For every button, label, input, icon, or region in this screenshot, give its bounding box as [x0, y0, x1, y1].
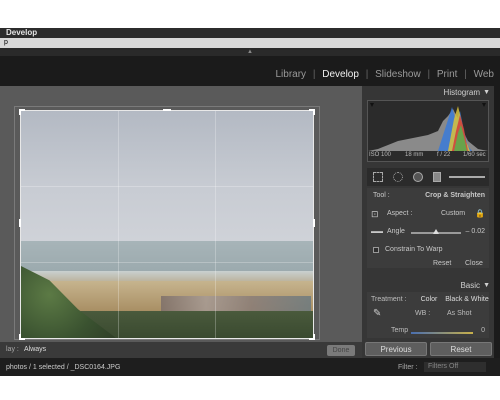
constrain-checkbox[interactable] — [373, 247, 379, 253]
graduated-filter-icon[interactable] — [433, 172, 441, 182]
treatment-label: Treatment : — [371, 296, 407, 303]
menu-bar[interactable]: p — [0, 38, 500, 48]
reset-button[interactable]: Reset — [430, 342, 492, 356]
temp-slider[interactable] — [411, 332, 473, 334]
eyedropper-icon[interactable]: ✎ — [373, 308, 381, 319]
module-library[interactable]: Library — [275, 69, 306, 80]
crop-handle-bottom-left[interactable] — [19, 334, 25, 340]
collapse-triangle-icon[interactable]: ▼ — [483, 87, 490, 99]
filter-label: Filter : — [398, 364, 418, 371]
module-print[interactable]: Print — [437, 69, 458, 80]
angle-row: ▬▬ Angle – 0.02 — [367, 226, 489, 238]
histogram-luminance — [368, 109, 488, 151]
aspect-row: ⊡ Aspect : Custom 🔒 — [367, 208, 489, 220]
crop-close-button[interactable]: Close — [465, 258, 483, 270]
treatment-color[interactable]: Color — [417, 295, 441, 305]
iso-value: ISO 100 — [369, 152, 392, 158]
shadow-clip-icon[interactable] — [370, 103, 374, 107]
histogram-title: Histogram — [443, 88, 480, 97]
crop-handle-bottom-right[interactable] — [309, 334, 315, 340]
crop-handle-right[interactable] — [309, 219, 315, 227]
treatment-bw[interactable]: Black & White — [445, 295, 489, 305]
aspect-label: Aspect : — [387, 210, 413, 217]
basic-title: Basic — [460, 281, 480, 290]
crop-actions: Reset Close — [367, 258, 489, 270]
crop-handle-top-left[interactable] — [19, 109, 25, 115]
module-slideshow[interactable]: Slideshow — [375, 69, 421, 80]
filter-select[interactable]: Filters Off — [424, 362, 486, 372]
tool-label: Tool : — [373, 192, 390, 199]
overlay-select[interactable]: Always — [24, 346, 46, 353]
tool-strip — [367, 168, 489, 186]
window-title: Develop — [0, 28, 500, 38]
temp-label: Temp — [391, 327, 409, 334]
source-path[interactable]: photos / 1 selected / _DSC0164.JPG — [6, 364, 120, 371]
tool-name: Crop & Straighten — [425, 192, 485, 199]
module-picker: Library | Develop | Slideshow | Print | … — [0, 56, 500, 86]
temp-value[interactable]: 0 — [481, 327, 485, 334]
crop-handle-top-right[interactable] — [309, 109, 315, 115]
wb-label: WB : — [415, 310, 431, 317]
hide-top-panel-toggle[interactable]: ▲ — [0, 48, 500, 56]
crop-handle-top[interactable] — [163, 109, 171, 115]
red-eye-icon[interactable] — [413, 172, 423, 182]
module-develop[interactable]: Develop — [322, 69, 359, 80]
straighten-ruler-icon[interactable]: ▬▬ — [371, 226, 383, 238]
angle-label: Angle — [387, 228, 405, 235]
tool-row: Tool : Crop & Straighten — [367, 190, 489, 202]
develop-footer: Previous Reset — [362, 340, 494, 358]
histogram-header[interactable]: Histogram ▼ — [362, 87, 494, 99]
angle-value[interactable]: – 0.02 — [466, 226, 485, 238]
collapse-triangle-icon[interactable]: ▼ — [483, 280, 490, 292]
crop-frame[interactable] — [19, 109, 315, 340]
crop-panel: Tool : Crop & Straighten ⊡ Aspect : Cust… — [367, 188, 489, 268]
overlay-label: lay : — [6, 346, 19, 353]
right-panel-toggle[interactable] — [494, 86, 500, 358]
constrain-row: Constrain To Warp — [367, 244, 489, 256]
angle-slider-thumb[interactable] — [433, 229, 439, 234]
previous-button[interactable]: Previous — [365, 342, 427, 356]
module-web[interactable]: Web — [474, 69, 494, 80]
lock-icon[interactable]: 🔒 — [475, 208, 485, 220]
aspect-select[interactable]: Custom — [441, 208, 465, 220]
aperture-value: f / 22 — [437, 152, 451, 158]
histogram-graph — [368, 103, 488, 151]
basic-panel: Treatment : Color Black & White ✎ WB : A… — [367, 292, 489, 338]
constrain-label: Constrain To Warp — [385, 246, 443, 253]
basic-header[interactable]: Basic ▼ — [362, 280, 494, 292]
crop-overlay-icon[interactable] — [373, 172, 383, 182]
shutter-speed: 1/60 sec — [463, 152, 486, 158]
crop-frame-icon[interactable]: ⊡ — [371, 208, 379, 220]
module-separator: | — [365, 69, 369, 80]
done-button[interactable]: Done — [327, 345, 355, 356]
module-separator: | — [312, 69, 316, 80]
right-panel: Histogram ▼ ISO 100 18 mm f / 22 1/60 se… — [362, 86, 494, 358]
module-separator: | — [427, 69, 431, 80]
spot-removal-icon[interactable] — [393, 172, 403, 182]
focal-length: 18 mm — [405, 152, 424, 158]
filmstrip-bar: photos / 1 selected / _DSC0164.JPG Filte… — [0, 358, 500, 376]
highlight-clip-icon[interactable] — [482, 103, 486, 107]
module-separator: | — [464, 69, 467, 80]
adjustment-brush-icon[interactable] — [449, 176, 485, 178]
wb-select[interactable]: As Shot — [447, 310, 472, 317]
toolbar: lay : Always Done — [0, 342, 362, 358]
crop-reset-button[interactable]: Reset — [433, 258, 451, 270]
crop-handle-left[interactable] — [19, 219, 25, 227]
module-list: Library | Develop | Slideshow | Print | … — [275, 69, 494, 80]
